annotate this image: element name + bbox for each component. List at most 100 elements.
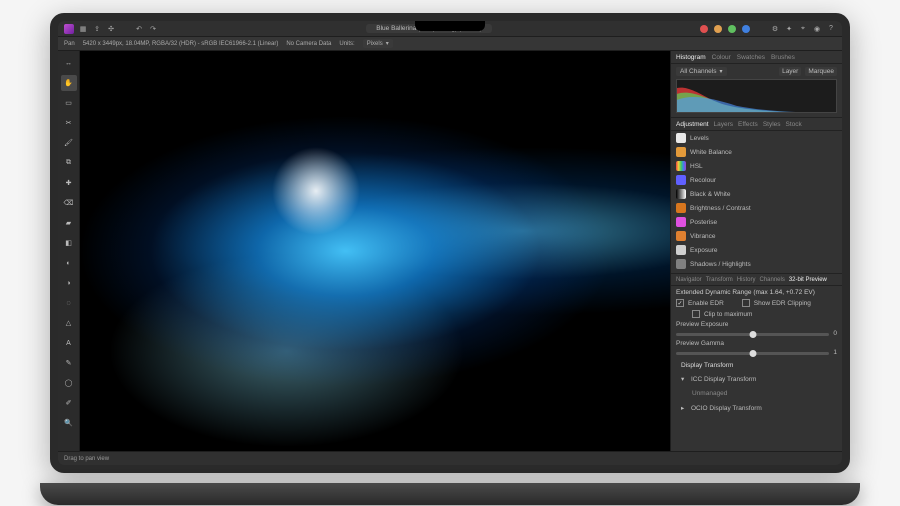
adjustment-label: Recolour (690, 177, 716, 184)
assistant-icon[interactable]: ✦ (784, 24, 794, 34)
adjustment-item[interactable]: Posterise (671, 215, 842, 229)
marquee-scope-button[interactable]: Marquee (805, 67, 837, 76)
ocio-transform-row[interactable]: ▸ OCIO Display Transform (676, 402, 837, 414)
redo-icon[interactable]: ↷ (148, 24, 158, 34)
gradient-tool-icon[interactable]: ◧ (61, 235, 77, 251)
tab-colour[interactable]: Colour (712, 54, 731, 61)
edr-panel: Extended Dynamic Range (max 1.64, +0.72 … (671, 286, 842, 417)
help-icon[interactable]: ? (826, 24, 836, 34)
shape-tool-icon[interactable]: ◯ (61, 375, 77, 391)
gear-icon[interactable]: ⚙ (770, 24, 780, 34)
adjustment-icon (676, 147, 686, 157)
pen-tool-icon[interactable]: ✎ (61, 355, 77, 371)
document-info: 5420 x 3449px, 18.04MP, RGBA/32 (HDR) - … (83, 41, 279, 47)
swatch-orange-icon[interactable] (714, 25, 722, 33)
pan-tool-icon[interactable]: ✋ (61, 75, 77, 91)
blur-tool-icon[interactable]: ◌ (61, 295, 77, 311)
channel-dropdown[interactable]: All Channels ▾ (676, 67, 727, 76)
brush-tool-icon[interactable]: 🖌 (61, 135, 77, 151)
swatch-red-icon[interactable] (700, 25, 708, 33)
snapping-icon[interactable]: ⌖ (798, 24, 808, 34)
adjustment-item[interactable]: HSL (671, 159, 842, 173)
swatch-blue-icon[interactable] (742, 25, 750, 33)
clip-to-max-label: Clip to maximum (704, 311, 752, 318)
adjustment-item[interactable]: White Balance (671, 145, 842, 159)
adjustment-icon (676, 231, 686, 241)
histogram-controls: All Channels ▾ Layer Marquee (671, 64, 842, 79)
adjustment-item[interactable]: Exposure (671, 243, 842, 257)
open-icon[interactable]: ▦ (78, 24, 88, 34)
canvas-viewport[interactable] (80, 51, 670, 451)
tool-strip: ↔ ✋ ▭ ✂ 🖌 ⧉ ✚ ⌫ ▰ ◧ ◐ ◑ ◌ △ A ✎ ◯ (58, 51, 80, 451)
tab-brushes[interactable]: Brushes (771, 54, 795, 61)
enable-edr-checkbox[interactable] (676, 299, 684, 307)
artwork-image (80, 51, 670, 451)
adjustment-icon (676, 161, 686, 171)
display-transform-header: Display Transform (676, 359, 837, 370)
tab-effects[interactable]: Effects (738, 121, 758, 128)
burn-tool-icon[interactable]: ◑ (61, 275, 77, 291)
adjustment-label: Black & White (690, 191, 730, 198)
undo-icon[interactable]: ↶ (134, 24, 144, 34)
adjustment-list: Levels White Balance HSL Recolour Black & Wh… (671, 131, 842, 273)
adjustment-item[interactable]: Brightness / Contrast (671, 201, 842, 215)
eraser-tool-icon[interactable]: ⌫ (61, 195, 77, 211)
heal-tool-icon[interactable]: ✚ (61, 175, 77, 191)
adjustment-label: Posterise (690, 219, 717, 226)
chevron-down-icon: ▾ (386, 40, 389, 47)
fill-tool-icon[interactable]: ▰ (61, 215, 77, 231)
preview-icon[interactable]: ◉ (812, 24, 822, 34)
share-icon[interactable]: ✣ (106, 24, 116, 34)
units-dropdown[interactable]: Pixels ▾ (363, 39, 393, 48)
tab-histogram[interactable]: Histogram (676, 54, 706, 61)
tab-swatches[interactable]: Swatches (737, 54, 765, 61)
adjustment-label: Levels (690, 135, 709, 142)
chevron-down-icon: ▾ (720, 68, 723, 75)
laptop-frame: ▦ ⇪ ✣ ↶ ↷ Blue Ballerina (compositing) (… (40, 13, 860, 493)
crop-tool-icon[interactable]: ✂ (61, 115, 77, 131)
clone-tool-icon[interactable]: ⧉ (61, 155, 77, 171)
tab-transform[interactable]: Transform (706, 277, 733, 283)
preview-gamma-label: Preview Gamma (676, 340, 837, 347)
preview-gamma-slider[interactable] (676, 352, 829, 355)
zoom-tool-icon[interactable]: 🔍 (61, 415, 77, 431)
adjustment-label: Shadows / Highlights (690, 261, 751, 268)
tab-layers[interactable]: Layers (714, 121, 734, 128)
adjustment-item[interactable]: Vibrance (671, 229, 842, 243)
swatch-green-icon[interactable] (728, 25, 736, 33)
tab-history[interactable]: History (737, 277, 756, 283)
adjustment-label: Exposure (690, 247, 717, 254)
adjustment-label: HSL (690, 163, 703, 170)
edr-title: Extended Dynamic Range (max 1.64, +0.72 … (676, 289, 837, 296)
icc-transform-row[interactable]: ▾ ICC Display Transform (676, 373, 837, 385)
preview-exposure-value: 0 (833, 330, 837, 337)
layer-scope-button[interactable]: Layer (779, 67, 801, 76)
tab-stock[interactable]: Stock (786, 121, 802, 128)
tab-adjustment[interactable]: Adjustment (676, 121, 709, 128)
adjustment-item[interactable]: Recolour (671, 173, 842, 187)
laptop-base (40, 483, 860, 505)
context-toolbar: Pan 5420 x 3449px, 18.04MP, RGBA/32 (HDR… (58, 37, 842, 51)
adjustment-icon (676, 133, 686, 143)
adjustment-item[interactable]: Shadows / Highlights (671, 257, 842, 271)
tab-styles[interactable]: Styles (763, 121, 781, 128)
adjustment-item[interactable]: Black & White (671, 187, 842, 201)
dodge-tool-icon[interactable]: ◐ (61, 255, 77, 271)
show-clipping-checkbox[interactable] (742, 299, 750, 307)
clip-to-max-checkbox[interactable] (692, 310, 700, 318)
tab-32bit-preview[interactable]: 32-bit Preview (789, 277, 827, 283)
units-label: Units: (339, 41, 354, 47)
preview-exposure-slider[interactable] (676, 333, 829, 336)
tab-navigator[interactable]: Navigator (676, 277, 702, 283)
camera-data: No Camera Data (286, 41, 331, 47)
adjustment-icon (676, 245, 686, 255)
export-icon[interactable]: ⇪ (92, 24, 102, 34)
tab-channels[interactable]: Channels (759, 277, 784, 283)
color-picker-tool-icon[interactable]: ✐ (61, 395, 77, 411)
selection-tool-icon[interactable]: ▭ (61, 95, 77, 111)
move-tool-icon[interactable]: ↔ (61, 55, 77, 71)
adjustment-item[interactable]: Levels (671, 131, 842, 145)
unmanaged-row[interactable]: Unmanaged (676, 388, 837, 399)
sharpen-tool-icon[interactable]: △ (61, 315, 77, 331)
text-tool-icon[interactable]: A (61, 335, 77, 351)
